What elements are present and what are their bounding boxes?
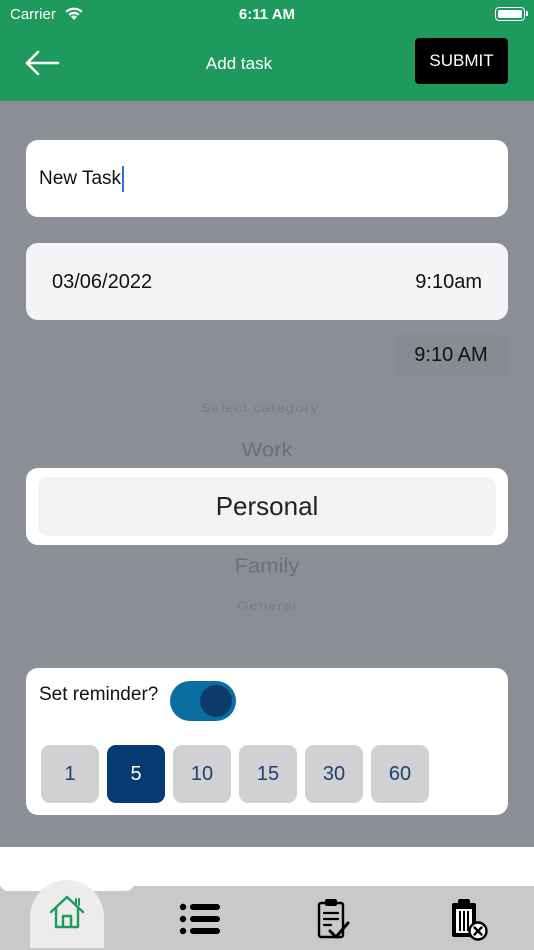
date-time-selector[interactable]: 03/06/2022 9:10am [26,243,508,320]
submit-button[interactable]: SUBMIT [415,38,508,84]
category-option-work[interactable]: Work [0,438,534,462]
task-title-input[interactable]: New Task [26,140,508,217]
home-icon [49,895,85,929]
category-picker: Personal [26,468,508,545]
reminder-option-15[interactable]: 15 [239,745,297,803]
clipboard-check-icon[interactable] [316,897,350,941]
time-picker-chip[interactable]: 9:10 AM [394,334,508,377]
status-time: 6:11 AM [238,6,296,23]
reminder-toggle[interactable] [170,681,236,721]
status-bar: Carrier 6:11 AM [0,0,534,28]
clipboard-delete-icon[interactable] [449,897,489,941]
toggle-knob [200,685,232,717]
category-option-selected[interactable]: Personal [38,477,496,536]
text-caret [122,165,125,192]
reminder-option-5[interactable]: 5 [107,745,165,803]
nav-bar: Add task SUBMIT [0,28,534,101]
category-option-general[interactable]: General [0,600,534,613]
date-value: 03/06/2022 [52,271,153,293]
page-title: Add task [205,54,273,73]
time-value: 9:10am [415,271,482,293]
reminder-option-1[interactable]: 1 [41,745,99,803]
reminder-options: 1 5 10 15 30 60 [41,745,429,803]
list-icon[interactable] [179,902,221,936]
reminder-option-30[interactable]: 30 [305,745,363,803]
reminder-option-60[interactable]: 60 [371,745,429,803]
reminder-option-10[interactable]: 10 [173,745,231,803]
category-option-family[interactable]: Family [0,554,534,578]
tab-home[interactable] [30,880,104,948]
reminder-label: Set reminder? [39,684,159,705]
battery-icon [495,7,528,21]
task-title-value: New Task [39,167,122,189]
reminder-card: Set reminder? 1 5 10 15 30 60 [26,668,508,815]
category-placeholder[interactable]: Select category... [0,402,534,415]
